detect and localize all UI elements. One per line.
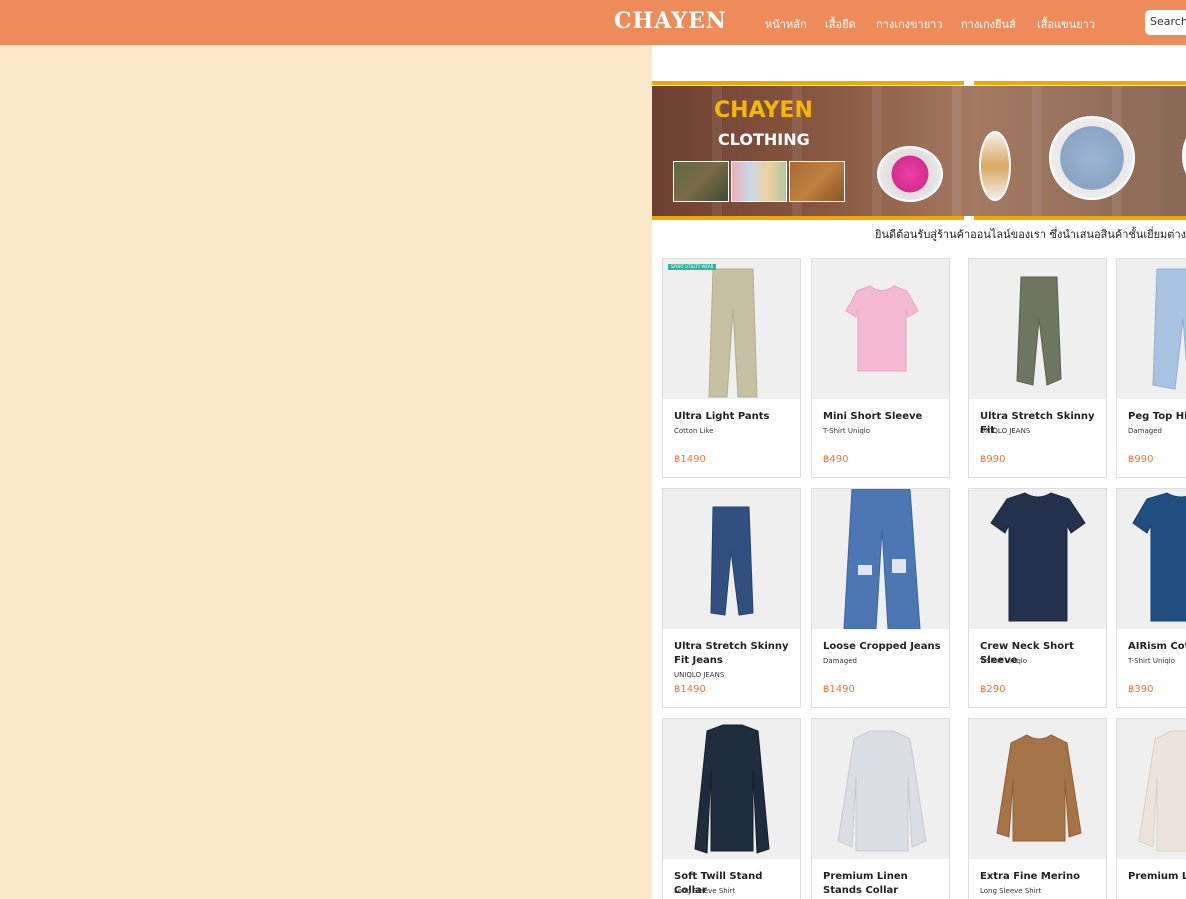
- product-image: [1117, 489, 1186, 629]
- product-card[interactable]: AIRism Cotto T-Shirt Uniqlo ฿390: [1116, 488, 1186, 708]
- banner-bottom-line: [652, 216, 964, 220]
- product-name[interactable]: Ultra Light Pants: [674, 410, 794, 424]
- banner-top-line: [652, 81, 964, 85]
- product-price: ฿390: [1128, 684, 1154, 695]
- product-image: [663, 719, 800, 859]
- product-name[interactable]: Loose Cropped Jeans: [823, 640, 943, 654]
- brand-logo[interactable]: CHAYEN: [614, 8, 727, 34]
- product-subtitle: Cotton Like: [674, 427, 714, 435]
- banner-top-line: [974, 81, 1186, 85]
- product-card[interactable]: SPORT UTILITY WEAR Ultra Light Pants Cot…: [662, 258, 801, 478]
- product-card[interactable]: Premium Lin Collar: [1116, 718, 1186, 899]
- nav-long-pants[interactable]: กางเกงขายาว: [876, 15, 943, 33]
- product-card[interactable]: Soft Twill Stand Collar Long Sleeve Shir…: [662, 718, 801, 899]
- product-image: [812, 489, 949, 630]
- nav-long-sleeve[interactable]: เสื้อแขนยาว: [1037, 15, 1095, 33]
- banner-title: CHAYEN: [714, 98, 813, 123]
- search-input[interactable]: Search: [1145, 10, 1186, 35]
- banner-circle-top: [877, 146, 943, 202]
- product-name[interactable]: Extra Fine Merino: [980, 870, 1100, 884]
- welcome-text: ยินดีต้อนรับสู่ร้านค้าออนไลน์ของเรา ซึ่ง…: [875, 228, 1186, 241]
- product-price: ฿490: [823, 454, 849, 465]
- product-card[interactable]: Peg Top High Damaged ฿990: [1116, 258, 1186, 478]
- product-price: ฿1490: [674, 684, 706, 695]
- product-subtitle: Long Sleeve Shirt: [980, 887, 1042, 895]
- banner-subtitle: CLOTHING: [718, 130, 810, 149]
- product-subtitle: T-Shirt Uniqlo: [1128, 657, 1176, 665]
- product-price: ฿290: [980, 684, 1006, 695]
- product-price: ฿990: [980, 454, 1006, 465]
- product-image: [663, 489, 800, 629]
- product-image: [969, 259, 1106, 399]
- product-name[interactable]: AIRism Cotto: [1128, 640, 1186, 654]
- banner-thumb-knit: [731, 161, 787, 202]
- product-subtitle: Damaged: [823, 657, 857, 665]
- hero-banner: CHAYEN CLOTHING: [652, 86, 1186, 216]
- product-name[interactable]: Peg Top High: [1128, 410, 1186, 424]
- nav-jeans[interactable]: กางเกงยีนส์: [961, 15, 1016, 33]
- banner-circle-cardigan: [979, 131, 1011, 201]
- banner-thumb-camo: [673, 161, 729, 202]
- product-subtitle: UNIQLO JEANS: [980, 427, 1031, 435]
- product-subtitle: T-Shirt Uniqlo: [980, 657, 1028, 665]
- product-card[interactable]: Ultra Stretch Skinny Fit Jeans UNIQLO JE…: [662, 488, 801, 708]
- banner-circle-extra: [1182, 126, 1186, 186]
- product-card[interactable]: Ultra Stretch Skinny Fit UNIQLO JEANS ฿9…: [968, 258, 1107, 478]
- product-card[interactable]: Extra Fine Merino Long Sleeve Shirt: [968, 718, 1107, 899]
- nav-home[interactable]: หน้าหลัก: [765, 15, 807, 33]
- product-card[interactable]: Mini Short Sleeve T-Shirt Uniqlo ฿490: [811, 258, 950, 478]
- product-subtitle: T-Shirt Uniqlo: [823, 427, 871, 435]
- product-image: [969, 719, 1106, 859]
- product-subtitle: UNIQLO JEANS: [674, 671, 725, 679]
- product-card[interactable]: Crew Neck Short Sleeve T-Shirt Uniqlo ฿2…: [968, 488, 1107, 708]
- product-name[interactable]: Premium Lin Collar: [1128, 870, 1186, 884]
- banner-thumb-jacket: [789, 161, 845, 202]
- product-image: [1117, 259, 1186, 399]
- product-image: [969, 489, 1106, 629]
- main-content: CHAYEN CLOTHING ยินดีต้อนรับสู่ร้านค้าออ…: [652, 45, 1186, 899]
- product-name[interactable]: Mini Short Sleeve: [823, 410, 943, 424]
- product-name[interactable]: Premium Linen Stands Collar Striped: [823, 870, 943, 899]
- top-navigation-bar: CHAYEN หน้าหลัก เสื้อยืด กางเกงขายาว กาง…: [0, 0, 1186, 45]
- product-name[interactable]: Ultra Stretch Skinny Fit Jeans: [674, 640, 794, 668]
- product-card[interactable]: Loose Cropped Jeans Damaged ฿1490: [811, 488, 950, 708]
- product-card[interactable]: Premium Linen Stands Collar Striped: [811, 718, 950, 899]
- product-image: [812, 259, 949, 399]
- nav-tshirts[interactable]: เสื้อยืด: [825, 15, 856, 33]
- product-price: ฿1490: [823, 684, 855, 695]
- product-image: [1117, 719, 1186, 859]
- product-image: [812, 719, 949, 859]
- product-price: ฿990: [1128, 454, 1154, 465]
- banner-circle-jeans: [1049, 116, 1135, 200]
- product-price: ฿1490: [674, 454, 706, 465]
- product-image: [663, 259, 800, 399]
- banner-bottom-line: [974, 216, 1186, 220]
- product-subtitle: Damaged: [1128, 427, 1162, 435]
- product-subtitle: Long Sleeve Shirt: [674, 887, 736, 895]
- product-tag: SPORT UTILITY WEAR: [668, 264, 717, 270]
